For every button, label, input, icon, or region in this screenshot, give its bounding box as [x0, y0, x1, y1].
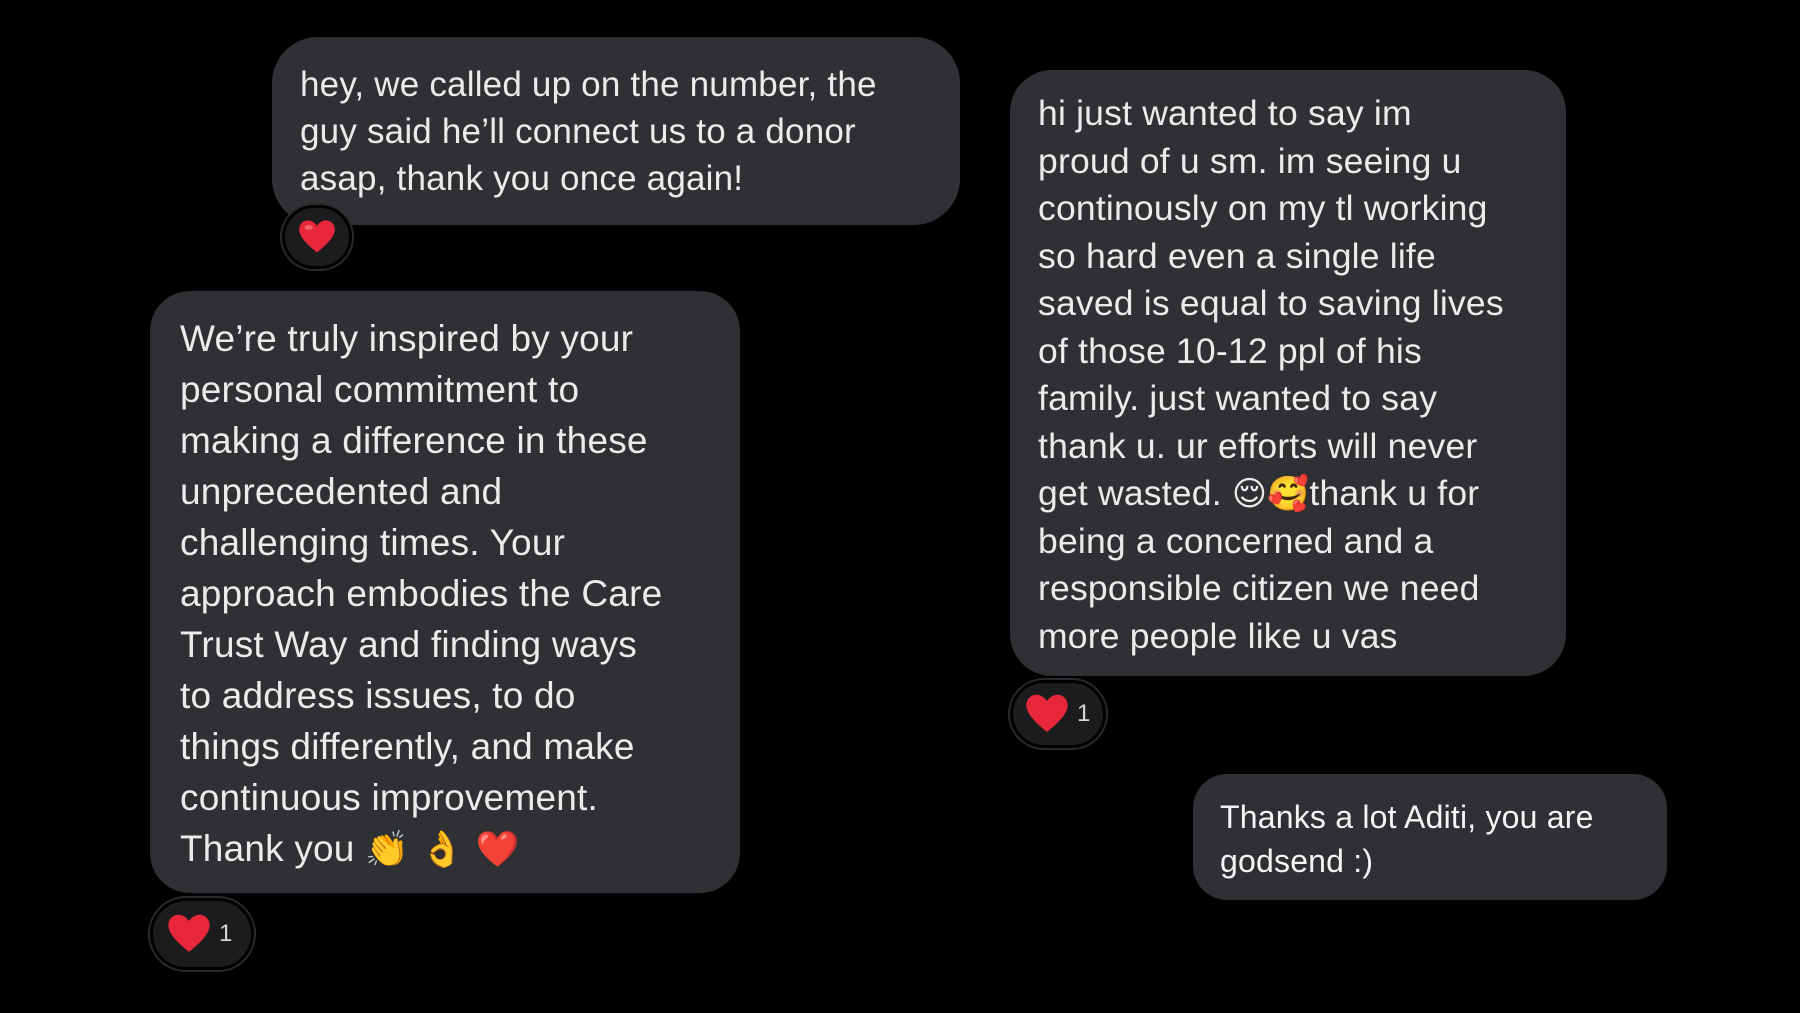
message-bubble-donor-update[interactable]: hey, we called up on the number, the guy… [272, 37, 960, 225]
reaction-badge[interactable]: 1 [1010, 680, 1106, 748]
reaction-count: 1 [219, 920, 233, 947]
message-bubble-proud[interactable]: hi just wanted to say im proud of u sm. … [1010, 70, 1566, 676]
message-text: hey, we called up on the number, the guy… [300, 65, 877, 198]
message-text: hi just wanted to say im proud of u sm. … [1038, 93, 1504, 656]
heart-icon [1026, 694, 1068, 732]
relieved-smiling-hearts-emoji: 😌🥰 [1231, 474, 1310, 513]
message-text: We’re truly inspired by your personal co… [180, 318, 663, 870]
message-bubble-reply[interactable]: Thanks a lot Aditi, you are godsend :) [1193, 774, 1667, 900]
reaction-badge[interactable]: 1 [150, 898, 254, 970]
reaction-badge[interactable] [282, 205, 352, 269]
clap-ok-heart-emoji: 👏 👌 ❤️ [365, 829, 520, 870]
reaction-count: 1 [1077, 700, 1091, 727]
heart-icon [168, 914, 210, 952]
message-text: Thanks a lot Aditi, you are godsend :) [1220, 799, 1594, 879]
message-bubble-care-trust[interactable]: We’re truly inspired by your personal co… [150, 291, 740, 893]
heart-icon [299, 220, 335, 253]
